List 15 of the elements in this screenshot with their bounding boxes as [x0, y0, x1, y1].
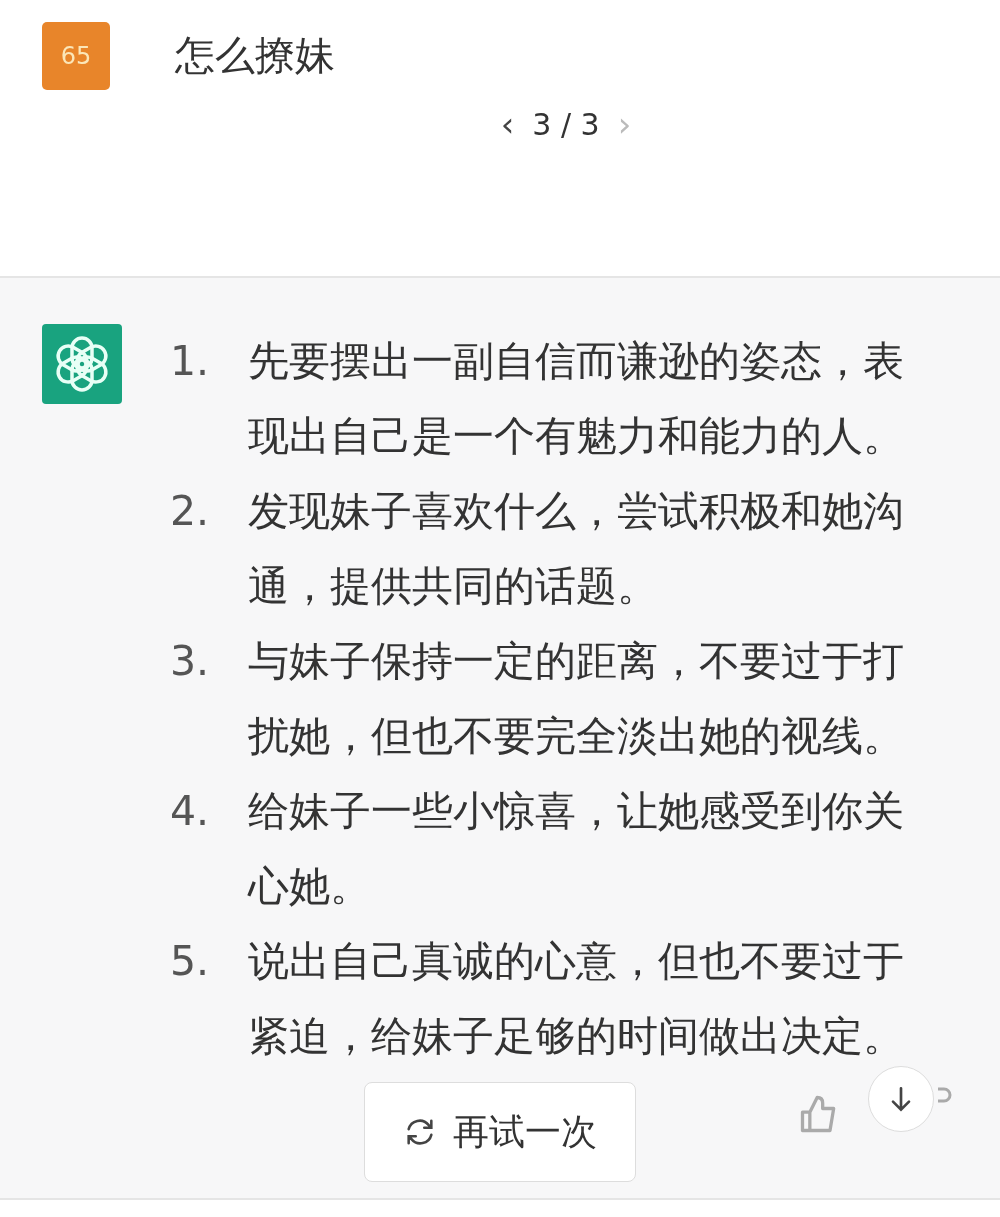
list-number: 4.: [170, 786, 211, 837]
list-number: 3.: [170, 636, 211, 687]
answer-item-text: 先要摆出一副自信而谦逊的姿态，表现出自己是一个有魅力和能力的人。: [248, 336, 905, 462]
answer-item-text: 发现妹子喜欢什么，尝试积极和她沟通，提供共同的话题。: [248, 486, 905, 612]
answer-item-text: 与妹子保持一定的距离，不要过于打扰她，但也不要完全淡出她的视线。: [248, 636, 905, 762]
answer-item-text: 给妹子一些小惊喜，让她感受到你关心她。: [248, 786, 905, 912]
user-avatar: 65: [42, 22, 110, 90]
page-counter: 3 / 3: [532, 106, 600, 142]
answer-item-text: 说出自己真诚的心意，但也不要过于紧迫，给妹子足够的时间做出决定。: [248, 936, 905, 1062]
list-number: 1.: [170, 336, 211, 387]
list-number: 5.: [170, 936, 211, 987]
list-number: 2.: [170, 486, 211, 537]
previous-button[interactable]: ‹: [496, 104, 519, 144]
question-text: 怎么撩妹: [175, 31, 335, 80]
retry-button[interactable]: 再试一次: [364, 1082, 636, 1182]
